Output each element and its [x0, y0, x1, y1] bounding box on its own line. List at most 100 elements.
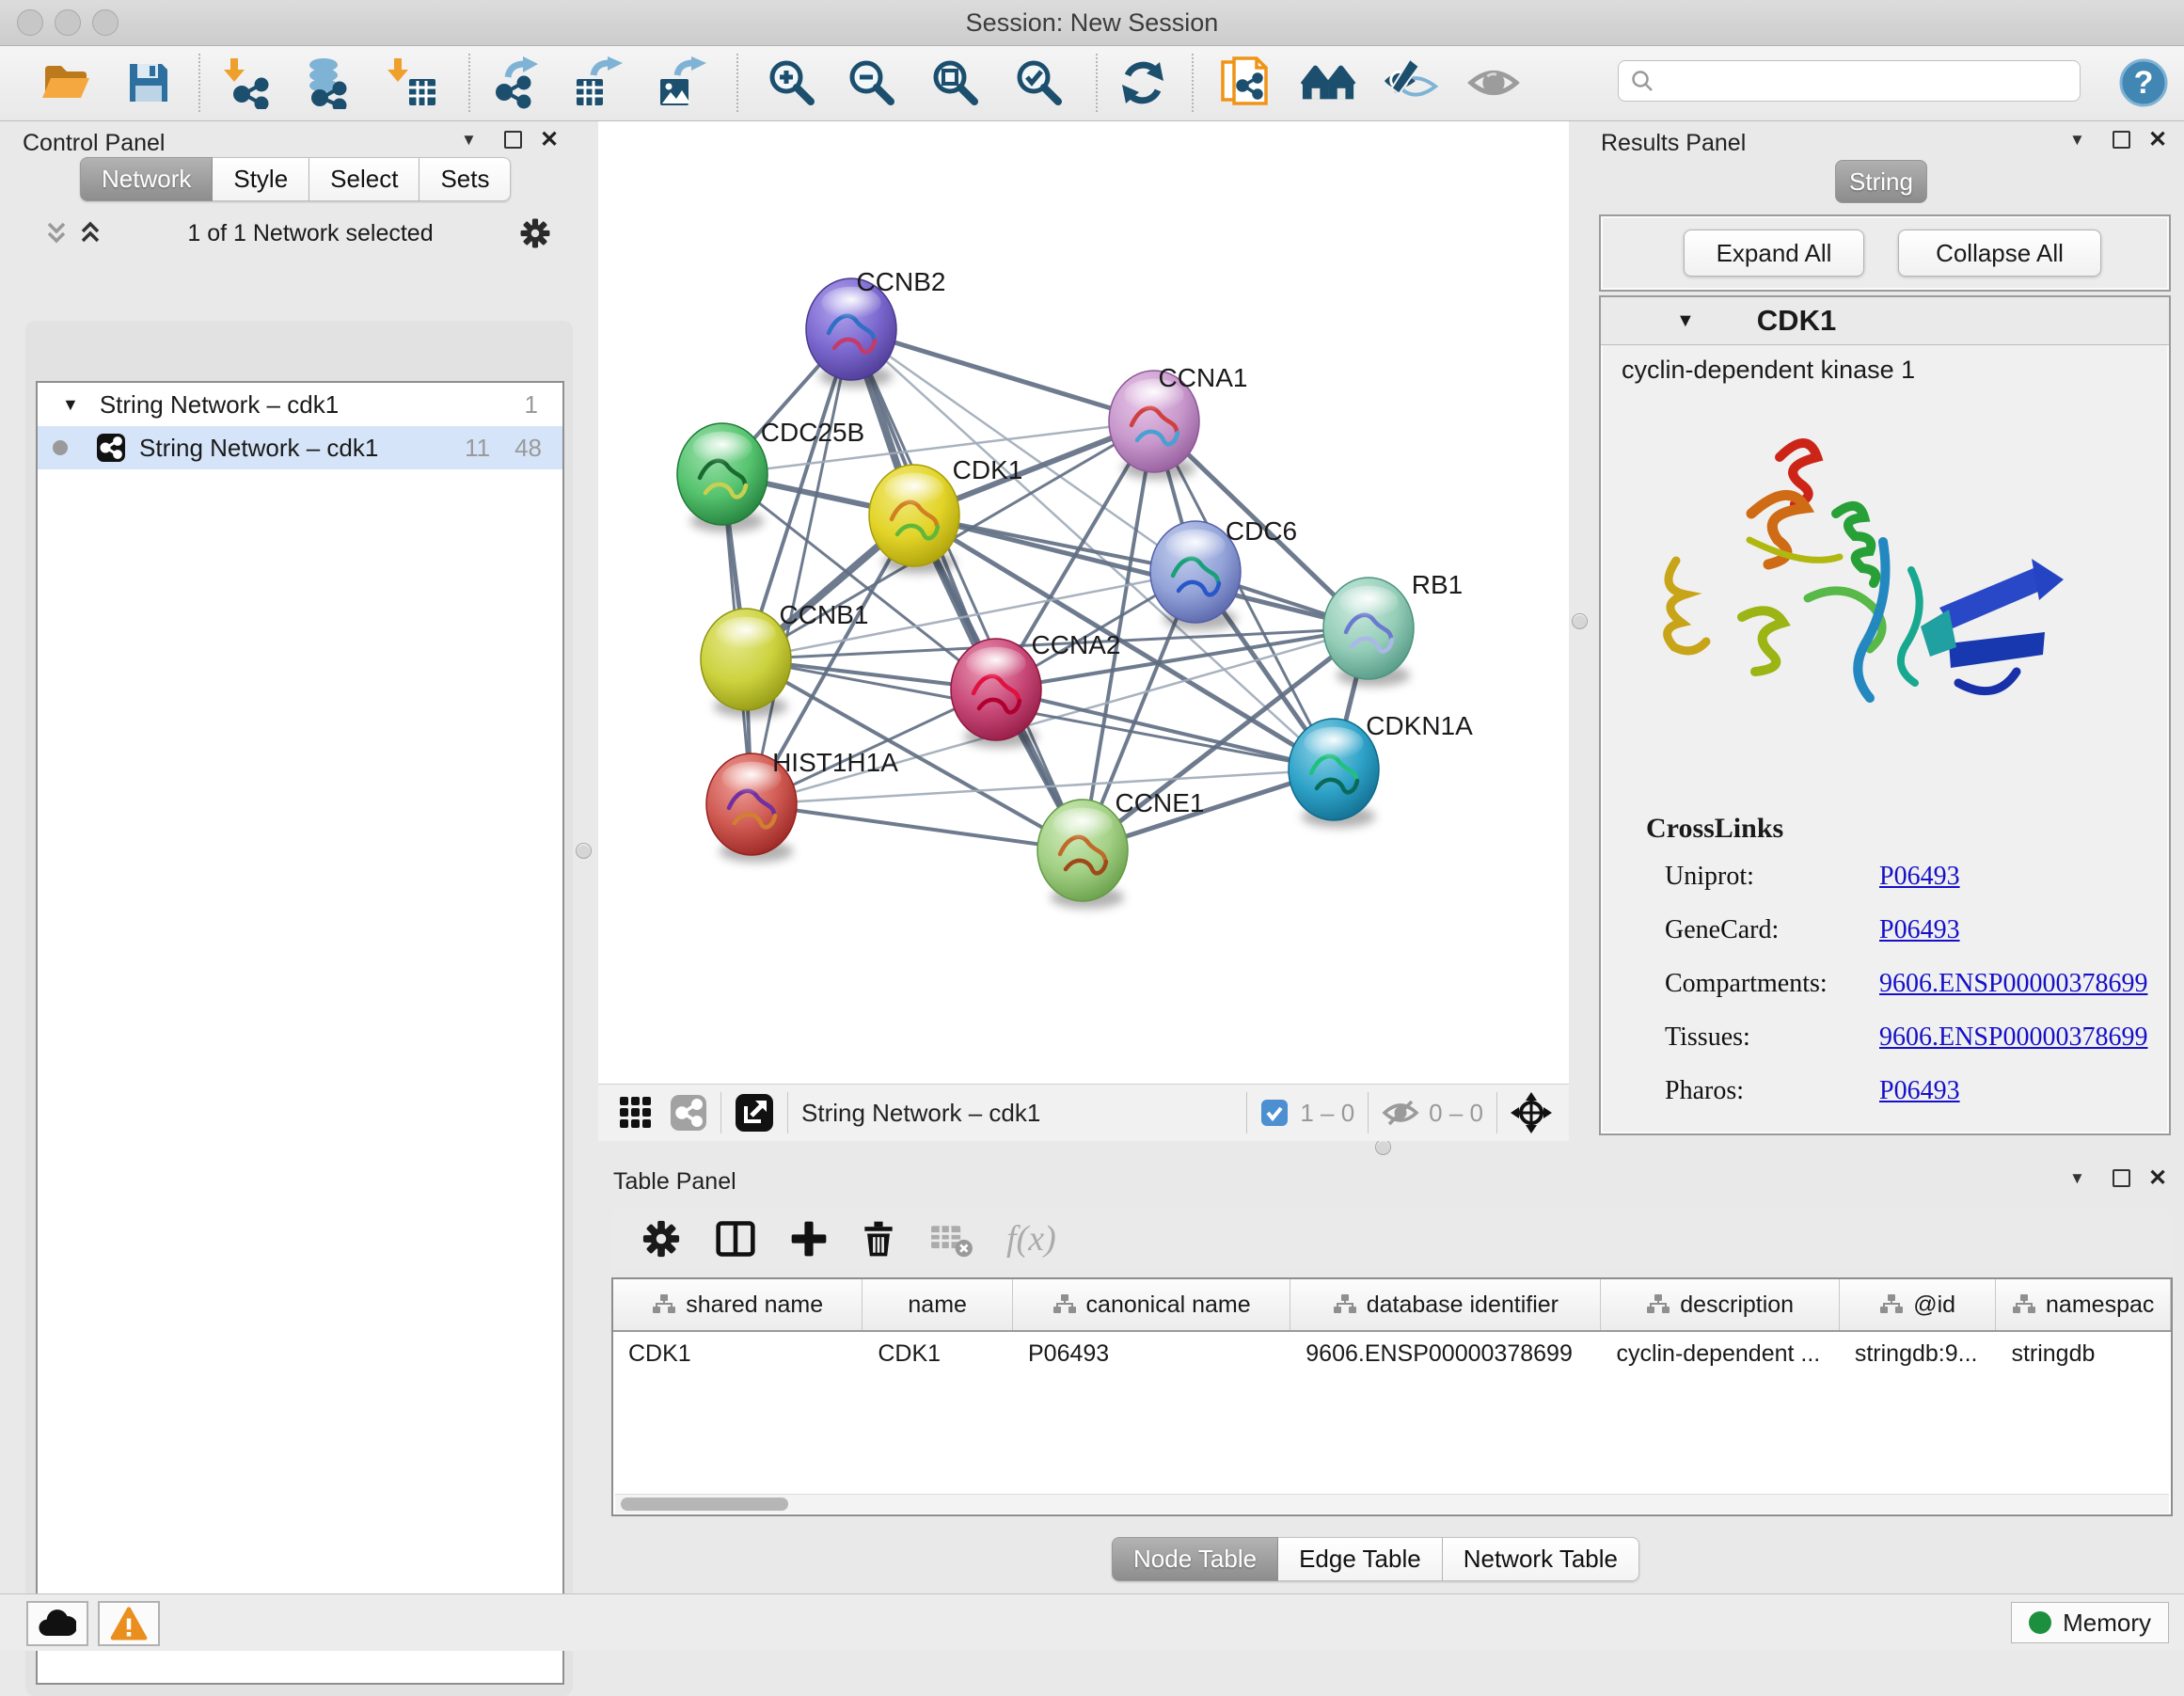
network-options-gear-icon[interactable] [519, 217, 551, 249]
cell-canonical-name[interactable]: P06493 [1013, 1332, 1290, 1375]
help-icon[interactable]: ? [2115, 55, 2172, 111]
column-header-description[interactable]: description [1601, 1279, 1839, 1330]
birdseye-navigator-icon[interactable] [1511, 1092, 1552, 1133]
network-node-CCNA1[interactable]: CCNA1 [1109, 363, 1247, 480]
expand-all-button[interactable]: Expand All [1684, 230, 1864, 277]
network-node-CDK1[interactable]: CDK1 [869, 455, 1022, 574]
collapse-all-button[interactable]: Collapse All [1898, 230, 2101, 277]
network-tree-root-row[interactable]: ▼ String Network – cdk1 1 [38, 383, 562, 426]
network-node-RB1[interactable]: RB1 [1323, 570, 1463, 687]
tab-edge-table[interactable]: Edge Table [1278, 1537, 1443, 1581]
network-canvas[interactable]: CCNB2 CCNA1 CDC25BCDK1 CDC6RB1 CCNB1 CCNA2 CDK… [598, 121, 1569, 1084]
cell-description[interactable]: cyclin-dependent ... [1601, 1332, 1839, 1375]
tab-sets[interactable]: Sets [419, 157, 511, 201]
crosslink-value-link[interactable]: 9606.ENSP00000378699 [1879, 1022, 2147, 1053]
export-table-icon[interactable] [569, 55, 625, 111]
table-settings-gear-icon[interactable] [641, 1219, 681, 1259]
network-tree-child-row[interactable]: String Network – cdk1 11 48 [38, 426, 562, 469]
show-graphics-details-icon[interactable] [1383, 55, 1439, 111]
tab-network[interactable]: Network [80, 157, 213, 201]
hide-graphics-icon[interactable] [1465, 55, 1522, 111]
detach-view-icon[interactable] [735, 1093, 774, 1133]
cloud-button[interactable] [26, 1601, 88, 1646]
open-session-icon[interactable] [38, 55, 94, 111]
network-node-CDC25B[interactable]: CDC25B [677, 418, 864, 532]
selected-checkbox-icon[interactable] [1260, 1099, 1289, 1127]
results-panel-close-icon[interactable]: ✕ [2148, 126, 2167, 153]
cell-namespac[interactable]: stringdb [1996, 1332, 2171, 1375]
column-header-namespac[interactable]: namespac [1996, 1279, 2171, 1330]
delete-table-icon[interactable] [929, 1219, 974, 1259]
tab-network-table[interactable]: Network Table [1443, 1537, 1639, 1581]
save-session-icon[interactable] [120, 55, 177, 111]
column-header-@id[interactable]: @id [1840, 1279, 1997, 1330]
left-splitter-handle[interactable] [576, 843, 592, 859]
tree-expand-icon[interactable]: ▼ [62, 395, 79, 415]
tab-select[interactable]: Select [309, 157, 419, 201]
scrollbar-thumb[interactable] [621, 1498, 788, 1511]
home-networks-icon[interactable] [1301, 55, 1357, 111]
toolbar-search[interactable] [1618, 60, 2081, 102]
function-builder-icon[interactable]: f(x) [1006, 1218, 1056, 1260]
table-panel-close-icon[interactable]: ✕ [2148, 1165, 2167, 1192]
table-horizontal-scrollbar[interactable] [615, 1494, 2169, 1514]
control-panel-collapse-icon[interactable]: ▼ [461, 131, 477, 150]
cell-shared-name[interactable]: CDK1 [613, 1332, 863, 1375]
warning-button[interactable] [98, 1601, 160, 1646]
export-image-icon[interactable] [653, 55, 709, 111]
table-panel-float-icon[interactable] [2113, 1169, 2130, 1187]
tab-node-table[interactable]: Node Table [1112, 1537, 1278, 1581]
network-node-HIST1H1A[interactable]: HIST1H1A [706, 748, 898, 863]
results-panel-float-icon[interactable] [2113, 131, 2130, 149]
cell-name[interactable]: CDK1 [863, 1332, 1013, 1375]
tab-style[interactable]: Style [213, 157, 309, 201]
table-header-row: shared namenamecanonical namedatabase id… [613, 1279, 2171, 1332]
collapse-section-icon[interactable]: ▼ [1676, 310, 1695, 332]
crosslink-value-link[interactable]: P06493 [1879, 915, 1960, 945]
delete-column-icon[interactable] [858, 1218, 899, 1260]
expand-all-icon[interactable] [79, 220, 102, 246]
collapse-all-icon[interactable] [45, 220, 68, 246]
network-node-CCNB1[interactable]: CCNB1 [701, 600, 868, 718]
cell-@id[interactable]: stringdb:9... [1840, 1332, 1997, 1375]
network-node-CCNB2[interactable]: CCNB2 [806, 267, 945, 388]
column-header-name[interactable]: name [863, 1279, 1013, 1330]
results-panel-collapse-icon[interactable]: ▼ [2069, 131, 2085, 150]
network-view-icon[interactable] [670, 1094, 707, 1132]
crosslink-value-link[interactable]: P06493 [1879, 862, 1960, 892]
zoom-in-icon[interactable] [764, 55, 820, 111]
search-input[interactable] [1662, 63, 2080, 99]
right-splitter-handle[interactable] [1572, 613, 1588, 629]
zoom-fit-icon[interactable] [927, 55, 984, 111]
control-panel-float-icon[interactable] [504, 131, 522, 149]
apply-layout-icon[interactable] [1115, 55, 1171, 111]
network-node-CDKN1A[interactable]: CDKN1A [1289, 711, 1473, 828]
cell-database-identifier[interactable]: 9606.ENSP00000378699 [1290, 1332, 1601, 1375]
table-panel-collapse-icon[interactable]: ▼ [2069, 1169, 2085, 1188]
tab-string[interactable]: String [1835, 160, 1927, 203]
export-network-icon[interactable] [489, 55, 546, 111]
network-node-CDC6[interactable]: CDC6 [1150, 516, 1297, 630]
network-node-CCNA2[interactable]: CCNA2 [951, 630, 1120, 748]
zoom-selected-icon[interactable] [1011, 55, 1068, 111]
import-network-file-icon[interactable] [217, 55, 274, 111]
hidden-eye-icon[interactable] [1382, 1098, 1419, 1128]
memory-button[interactable]: Memory [2011, 1602, 2169, 1643]
string-document-icon[interactable] [1217, 55, 1274, 111]
grid-view-icon[interactable] [619, 1096, 653, 1130]
column-header-canonical-name[interactable]: canonical name [1013, 1279, 1290, 1330]
column-header-database-identifier[interactable]: database identifier [1290, 1279, 1601, 1330]
column-header-shared-name[interactable]: shared name [613, 1279, 863, 1330]
crosslink-value-link[interactable]: 9606.ENSP00000378699 [1879, 969, 2147, 999]
add-column-icon[interactable] [788, 1218, 830, 1260]
table-row[interactable]: CDK1CDK1P064939606.ENSP00000378699cyclin… [613, 1332, 2171, 1375]
node-label-CCNB2: CCNB2 [857, 267, 946, 296]
protein-card-header[interactable]: ▼ CDK1 [1601, 297, 2169, 345]
crosslink-value-link[interactable]: P06493 [1879, 1076, 1960, 1106]
show-columns-icon[interactable] [715, 1218, 756, 1260]
import-table-icon[interactable] [385, 55, 441, 111]
zoom-out-icon[interactable] [844, 55, 900, 111]
network-node-CCNE1[interactable]: CCNE1 [1037, 788, 1204, 909]
import-network-database-icon[interactable] [297, 55, 354, 111]
control-panel-close-icon[interactable]: ✕ [540, 126, 559, 153]
